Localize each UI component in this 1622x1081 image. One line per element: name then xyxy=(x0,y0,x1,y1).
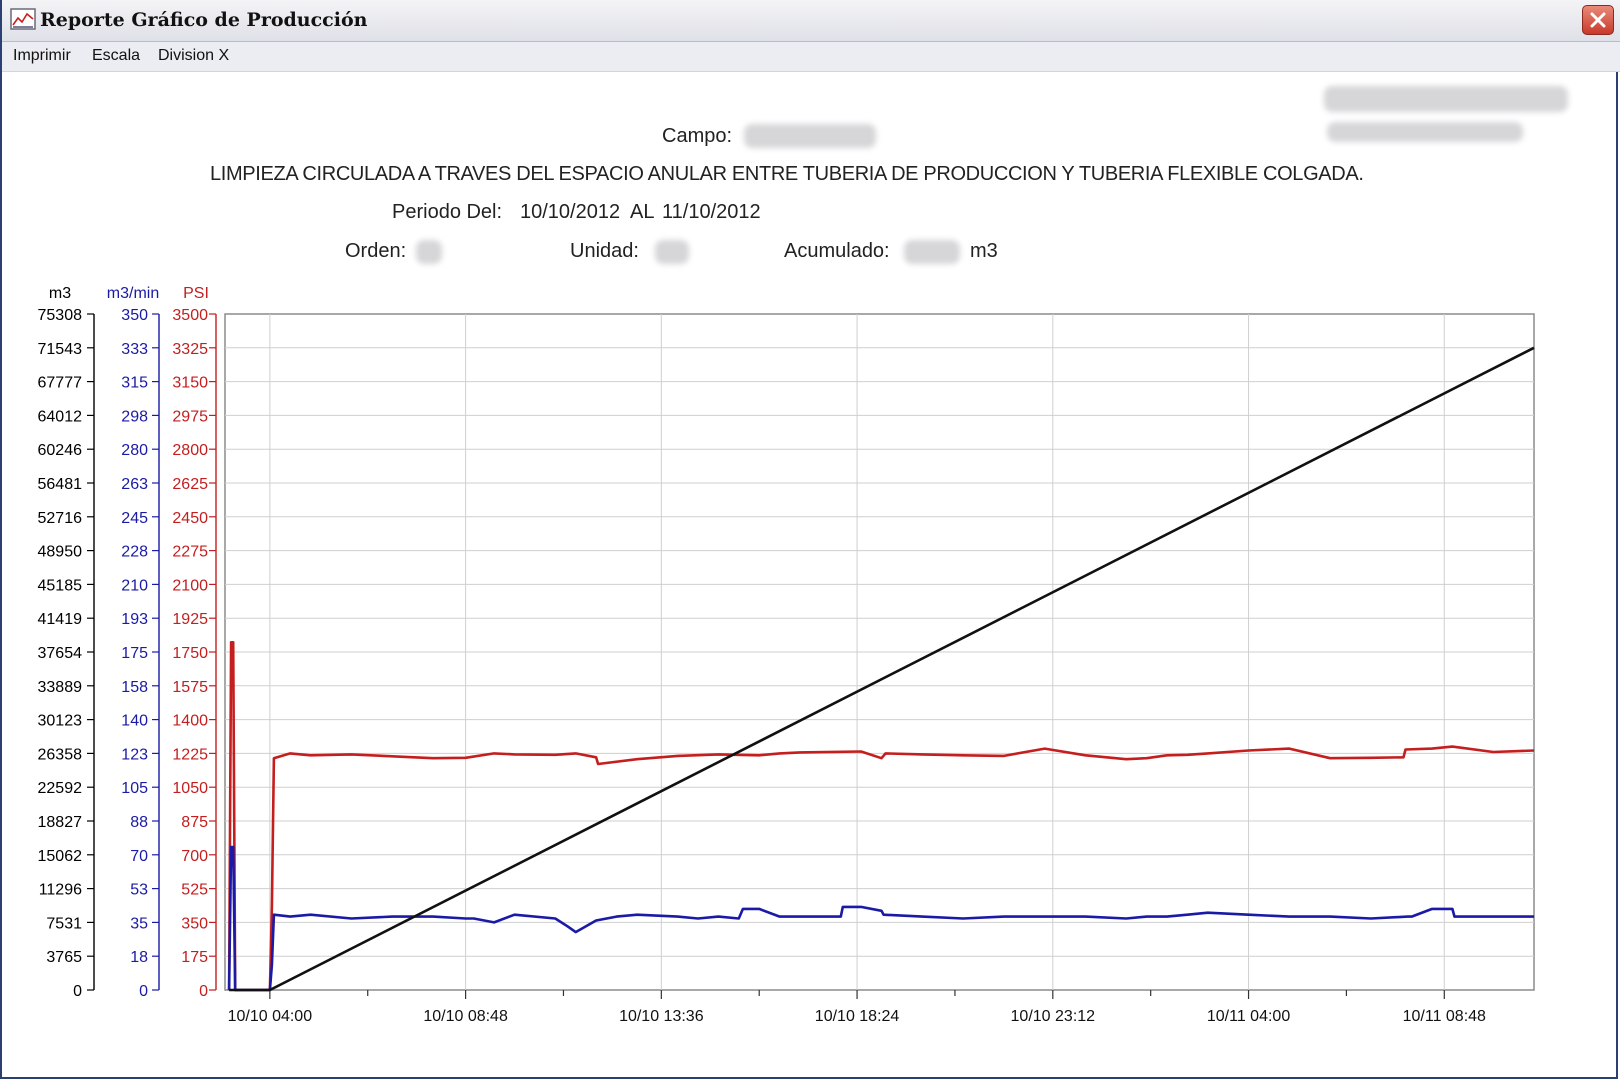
y-tick-label-m3: 22592 xyxy=(38,780,83,797)
y-tick-label-m3: 11296 xyxy=(39,882,82,899)
y-tick-label-flow: 158 xyxy=(121,679,148,696)
x-tick-label: 10/11 08:48 xyxy=(1403,1008,1486,1025)
y-tick-label-flow: 210 xyxy=(121,577,148,594)
x-tick-label: 10/10 18:24 xyxy=(815,1008,900,1025)
y-tick-label-pressure: 175 xyxy=(181,949,208,966)
x-tick-label: 10/10 23:12 xyxy=(1011,1008,1096,1025)
y-axis-title-flow: m3/min xyxy=(107,285,159,302)
y-tick-label-pressure: 2450 xyxy=(172,510,208,527)
x-tick-label: 10/10 13:36 xyxy=(619,1008,704,1025)
y-tick-label-flow: 70 xyxy=(130,848,148,865)
y-tick-label-pressure: 2975 xyxy=(172,408,208,425)
y-tick-label-pressure: 1400 xyxy=(172,713,208,730)
y-tick-label-pressure: 525 xyxy=(181,882,208,899)
y-tick-label-flow: 193 xyxy=(121,611,148,628)
y-tick-label-m3: 60246 xyxy=(38,442,83,459)
y-tick-label-flow: 140 xyxy=(121,713,148,730)
y-tick-label-pressure: 2275 xyxy=(172,544,208,561)
report-window: Reporte Gráfico de Producción Imprimir E… xyxy=(0,0,1620,1079)
x-tick-label: 10/10 08:48 xyxy=(423,1008,508,1025)
y-tick-label-m3: 52716 xyxy=(38,510,83,527)
y-tick-label-pressure: 0 xyxy=(199,983,208,1000)
y-tick-label-flow: 245 xyxy=(121,510,148,527)
y-tick-label-flow: 53 xyxy=(130,882,148,899)
y-tick-label-flow: 263 xyxy=(121,476,148,493)
y-tick-label-m3: 0 xyxy=(73,983,82,1000)
y-tick-label-m3: 30123 xyxy=(38,713,83,730)
y-tick-label-flow: 105 xyxy=(121,780,148,797)
production-chart: 10/10 04:00 10/10 08:48 10/10 13:36 10/10 1… xyxy=(38,285,1535,1025)
y-tick-label-flow: 18 xyxy=(130,949,148,966)
y-tick-label-m3: 41419 xyxy=(38,611,83,628)
y-tick-label-m3: 7531 xyxy=(46,915,82,932)
y-tick-label-m3: 3765 xyxy=(46,949,82,966)
y-tick-label-m3: 18827 xyxy=(38,814,83,831)
y-tick-label-m3: 26358 xyxy=(38,746,83,763)
y-tick-label-flow: 175 xyxy=(121,645,148,662)
y-tick-label-pressure: 2625 xyxy=(172,476,208,493)
y-tick-label-flow: 0 xyxy=(139,983,148,1000)
y-tick-label-m3: 75308 xyxy=(38,307,83,324)
y-axis-title-pressure: PSI xyxy=(183,285,209,302)
y-tick-label-flow: 280 xyxy=(121,442,148,459)
y-tick-label-pressure: 1575 xyxy=(172,679,208,696)
x-tick-label: 10/10 04:00 xyxy=(228,1008,313,1025)
y-tick-label-m3: 56481 xyxy=(38,476,83,493)
y-tick-label-pressure: 1225 xyxy=(172,746,208,763)
y-tick-label-pressure: 2800 xyxy=(172,442,208,459)
y-tick-label-flow: 315 xyxy=(121,375,148,392)
y-tick-label-m3: 67777 xyxy=(38,375,83,392)
y-tick-label-pressure: 3500 xyxy=(172,307,208,324)
y-tick-label-pressure: 3150 xyxy=(172,375,208,392)
y-tick-label-pressure: 3325 xyxy=(172,341,208,358)
y-tick-label-pressure: 875 xyxy=(181,814,208,831)
y-tick-label-m3: 64012 xyxy=(38,408,83,425)
y-tick-label-m3: 33889 xyxy=(38,679,83,696)
y-tick-label-m3: 48950 xyxy=(38,544,83,561)
y-tick-label-m3: 45185 xyxy=(38,577,83,594)
y-tick-label-flow: 333 xyxy=(121,341,148,358)
y-tick-label-flow: 123 xyxy=(121,746,148,763)
y-axis-title-m3: m3 xyxy=(49,285,71,302)
y-tick-label-flow: 35 xyxy=(130,915,148,932)
y-tick-label-m3: 15062 xyxy=(38,848,83,865)
y-tick-label-pressure: 1050 xyxy=(172,780,208,797)
y-tick-label-m3: 71543 xyxy=(38,341,83,358)
y-tick-label-flow: 228 xyxy=(121,544,148,561)
y-tick-label-pressure: 350 xyxy=(181,915,208,932)
y-tick-label-pressure: 1750 xyxy=(172,645,208,662)
y-tick-label-flow: 88 xyxy=(130,814,148,831)
y-tick-label-pressure: 1925 xyxy=(172,611,208,628)
y-tick-label-pressure: 700 xyxy=(181,848,208,865)
y-tick-label-pressure: 2100 xyxy=(172,577,208,594)
y-tick-label-flow: 298 xyxy=(121,408,148,425)
y-tick-label-m3: 37654 xyxy=(38,645,83,662)
y-tick-label-flow: 350 xyxy=(121,307,148,324)
x-tick-label: 10/11 04:00 xyxy=(1207,1008,1290,1025)
